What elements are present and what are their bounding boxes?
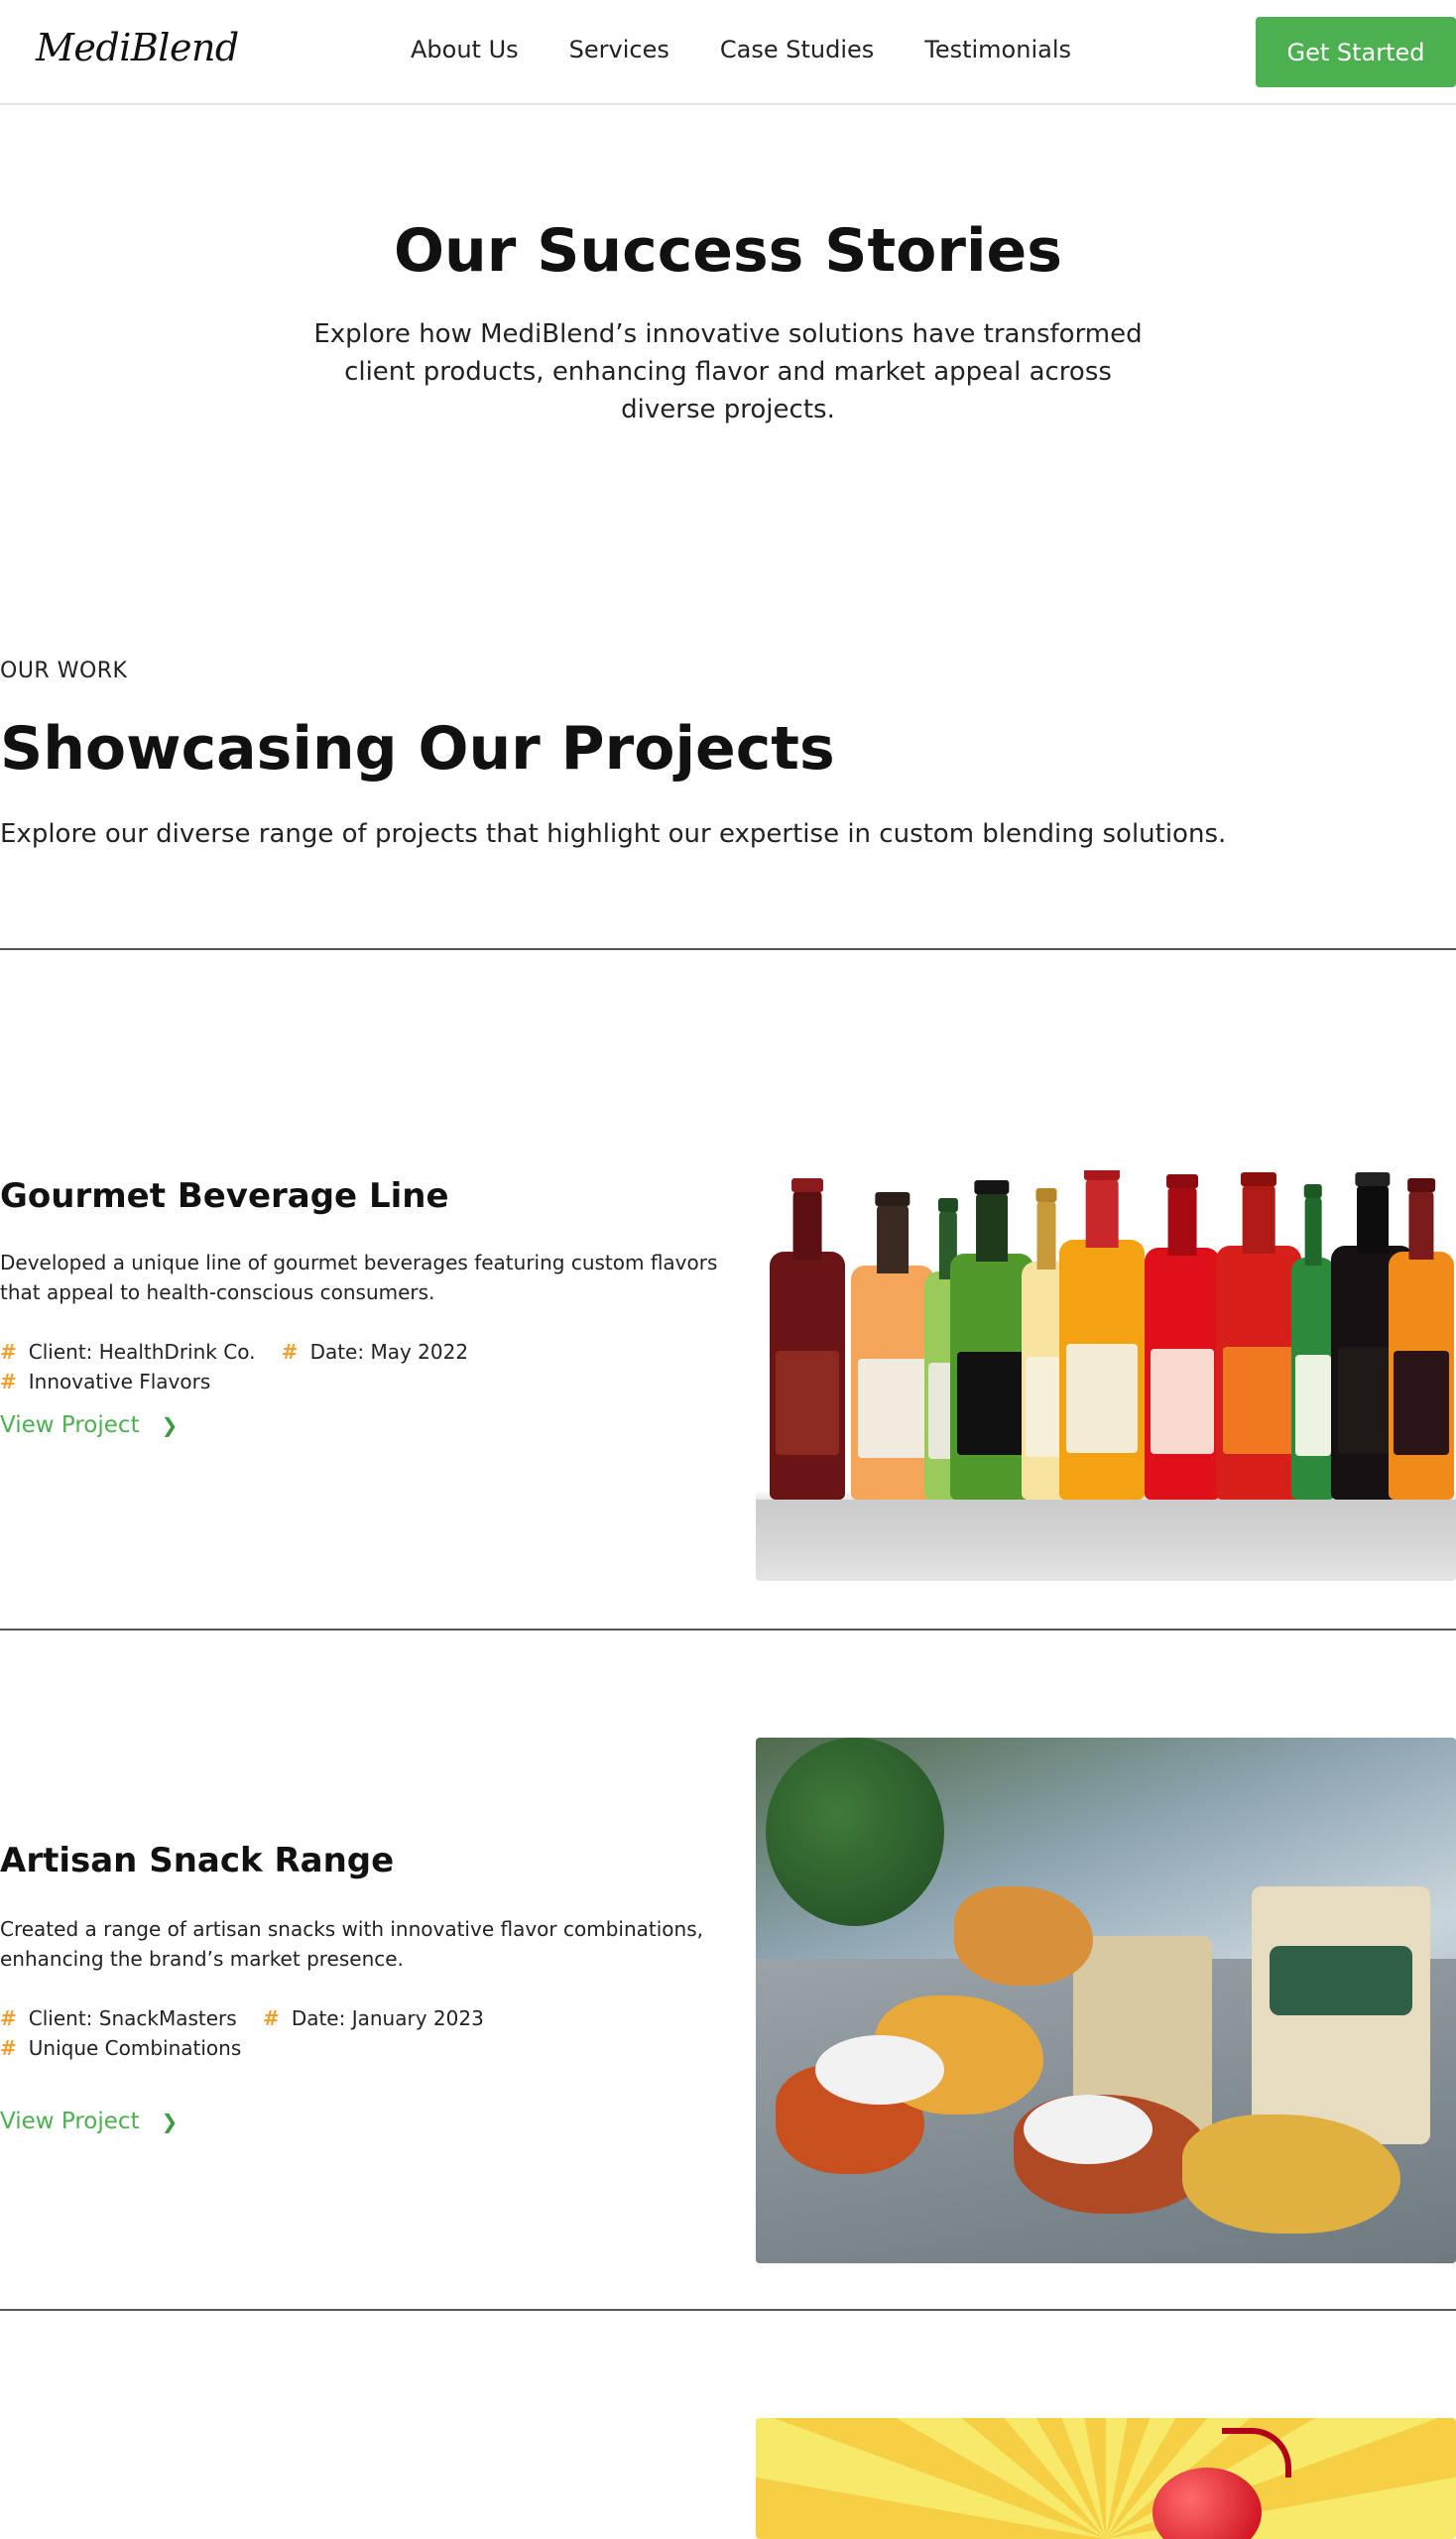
project-description: Created a range of artisan snacks with i… bbox=[0, 1917, 703, 1971]
bottle-reflection bbox=[756, 1500, 1456, 1581]
project-tag: # Unique Combinations bbox=[0, 2033, 241, 2063]
section-title: Showcasing Our Projects bbox=[0, 714, 835, 784]
cherry bbox=[1153, 2468, 1262, 2539]
nav-case-studies[interactable]: Case Studies bbox=[720, 36, 874, 63]
bottle bbox=[1145, 1174, 1220, 1500]
bottle bbox=[1216, 1172, 1301, 1500]
divider bbox=[0, 948, 1456, 950]
chevron-right-icon: ❯ bbox=[161, 1413, 179, 1437]
view-project-link[interactable]: View Project ❯ bbox=[0, 2109, 178, 2134]
project-tag: # Date: January 2023 bbox=[263, 2003, 484, 2033]
project-tag: # Date: May 2022 bbox=[282, 1337, 468, 1367]
view-project-label: View Project bbox=[0, 1412, 140, 1438]
project-tag: # Innovative Flavors bbox=[0, 1367, 210, 1396]
project-meta: # Client: HealthDrink Co. # Date: May 2022… bbox=[0, 1337, 724, 1396]
bottle bbox=[1059, 1170, 1145, 1500]
divider bbox=[0, 2309, 1456, 2311]
hash-icon: # bbox=[0, 1370, 17, 1393]
bowl bbox=[1024, 2095, 1153, 2164]
bottle bbox=[851, 1192, 934, 1500]
bottle bbox=[770, 1178, 845, 1500]
nav-about-us[interactable]: About Us bbox=[411, 36, 519, 63]
bottle bbox=[1389, 1178, 1454, 1500]
bowl bbox=[815, 2035, 944, 2105]
project-tag-label: Date: May 2022 bbox=[309, 1340, 469, 1364]
project-meta: # Client: SnackMasters # Date: January 202… bbox=[0, 2003, 724, 2063]
divider bbox=[0, 1629, 1456, 1631]
site-header: MediBlend About Us Services Case Studies… bbox=[0, 0, 1456, 105]
plant bbox=[766, 1738, 944, 1926]
main-nav: About Us Services Case Studies Testimoni… bbox=[411, 36, 1122, 63]
section-subtitle: Explore our diverse range of projects th… bbox=[0, 819, 1227, 849]
hash-icon: # bbox=[0, 2006, 17, 2030]
view-project-link[interactable]: View Project ❯ bbox=[0, 1412, 178, 1438]
project-tag: # Client: SnackMasters bbox=[0, 2003, 237, 2033]
chevron-right-icon: ❯ bbox=[161, 2110, 179, 2133]
cherry-stem bbox=[1222, 2428, 1291, 2478]
page-title: Our Success Stories bbox=[394, 216, 1062, 286]
hash-icon: # bbox=[281, 1340, 299, 1364]
section-eyebrow: OUR WORK bbox=[0, 659, 128, 683]
nav-testimonials[interactable]: Testimonials bbox=[924, 36, 1071, 63]
project-image-snacks bbox=[756, 1738, 1456, 2263]
project-description: Developed a unique line of gourmet bever… bbox=[0, 1251, 718, 1304]
view-project-label: View Project bbox=[0, 2109, 140, 2134]
chip-pile bbox=[954, 1886, 1093, 1986]
project-title: Artisan Snack Range bbox=[0, 1841, 395, 1880]
bottle bbox=[1291, 1184, 1335, 1500]
project-tag: # Client: HealthDrink Co. bbox=[0, 1337, 255, 1367]
nav-services[interactable]: Services bbox=[569, 36, 669, 63]
project-image-third bbox=[756, 2418, 1456, 2539]
hash-icon: # bbox=[0, 2036, 17, 2060]
logo[interactable]: MediBlend bbox=[36, 26, 239, 69]
project-tag-label: Unique Combinations bbox=[28, 2036, 242, 2060]
project-tag-label: Client: HealthDrink Co. bbox=[28, 1340, 256, 1364]
project-tag-label: Date: January 2023 bbox=[291, 2006, 484, 2030]
project-image-beverages bbox=[756, 1170, 1456, 1581]
snack-bag bbox=[1252, 1886, 1430, 2144]
page-subtitle: Explore how MediBlend’s innovative solut… bbox=[313, 319, 1143, 424]
project-title: Gourmet Beverage Line bbox=[0, 1176, 449, 1216]
get-started-button[interactable]: Get Started bbox=[1256, 17, 1456, 87]
hash-icon: # bbox=[0, 1340, 17, 1364]
project-tag-label: Client: SnackMasters bbox=[28, 2006, 237, 2030]
project-tag-label: Innovative Flavors bbox=[28, 1370, 211, 1393]
hash-icon: # bbox=[263, 2006, 280, 2030]
